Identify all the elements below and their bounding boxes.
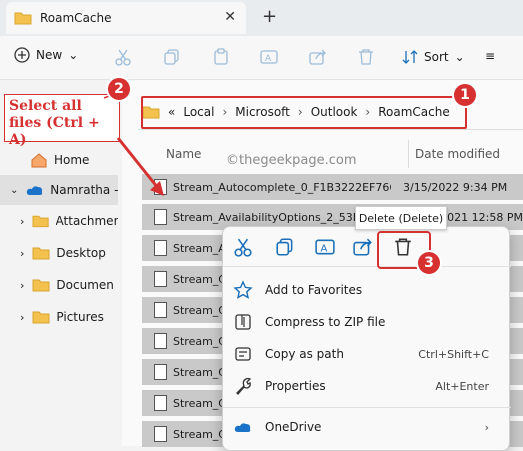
step-badge-1: 1 bbox=[452, 82, 478, 108]
annotation-arrows bbox=[103, 91, 164, 196]
step-badge-2: 2 bbox=[106, 76, 132, 102]
step-badge-3: 3 bbox=[416, 250, 442, 276]
